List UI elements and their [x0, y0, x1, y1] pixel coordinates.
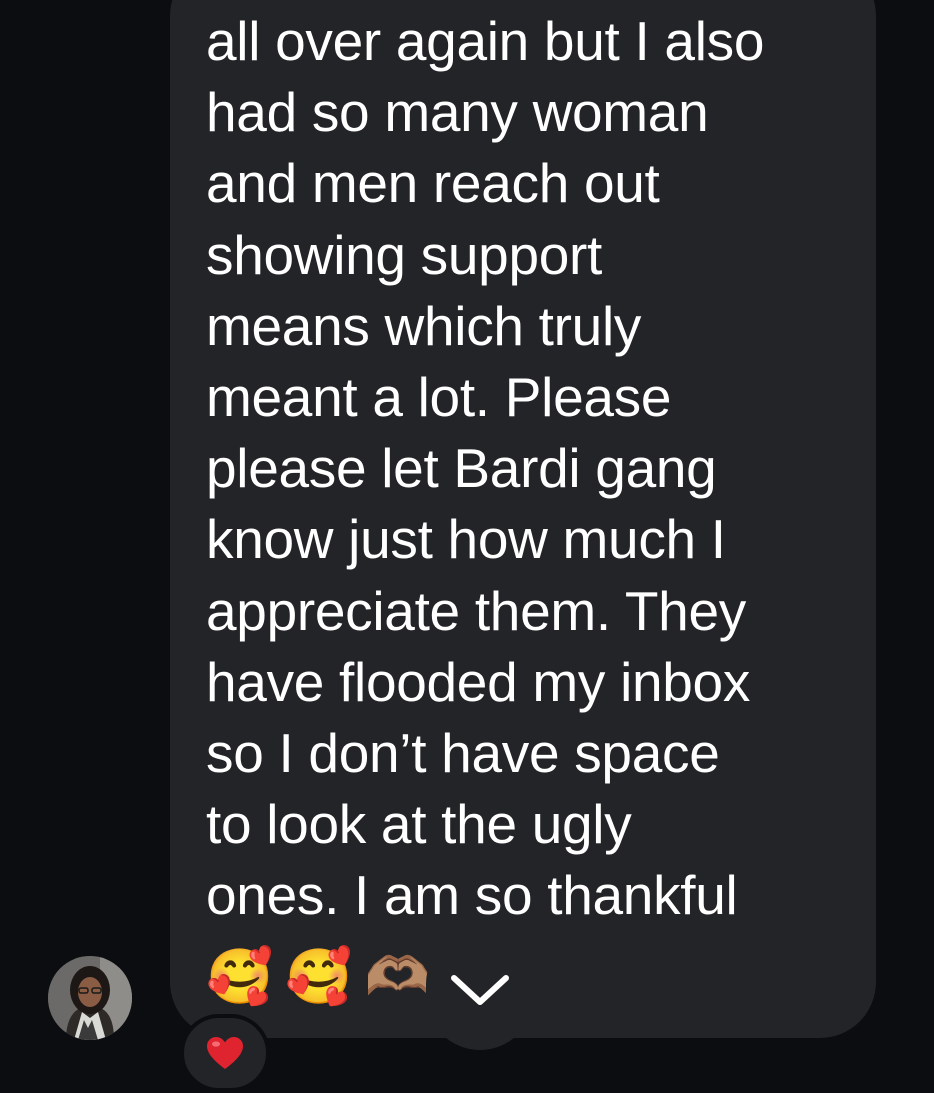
- message-line: had so many woman: [206, 81, 709, 144]
- message-line: and men reach out: [206, 152, 660, 215]
- message-line: have flooded my inbox: [206, 650, 751, 713]
- message-line: ones. I am so thankful: [206, 864, 738, 927]
- heart-icon: [207, 1037, 243, 1069]
- smiling-face-with-hearts-emoji: 🥰: [285, 945, 353, 1008]
- message-line: meant a lot. Please: [206, 365, 672, 428]
- message-line: all over again but I also: [206, 10, 765, 72]
- message-line: know just how much I: [206, 508, 726, 571]
- message-line: please let Bardi gang: [206, 437, 717, 500]
- chevron-down-icon: [451, 975, 509, 1005]
- heart-hands-emoji: 🫶🏽: [364, 945, 432, 1008]
- message-line: appreciate them. They: [206, 579, 746, 642]
- sender-photo: [48, 956, 132, 1040]
- scroll-to-bottom-button[interactable]: [426, 930, 534, 1050]
- message-emoji-row: 🥰 🥰 🫶🏽: [206, 944, 444, 1010]
- avatar[interactable]: [48, 956, 132, 1040]
- message-line: to look at the ugly: [206, 793, 632, 856]
- message-text: all over again but I also had so many wo…: [206, 6, 764, 931]
- chat-thread: all over again but I also had so many wo…: [0, 0, 934, 1093]
- message-line: means which truly: [206, 294, 642, 357]
- message-line: so I don’t have space: [206, 721, 720, 784]
- reaction-badge[interactable]: [180, 1014, 270, 1092]
- message-line: showing support: [206, 223, 603, 286]
- smiling-face-with-hearts-emoji: 🥰: [206, 945, 274, 1008]
